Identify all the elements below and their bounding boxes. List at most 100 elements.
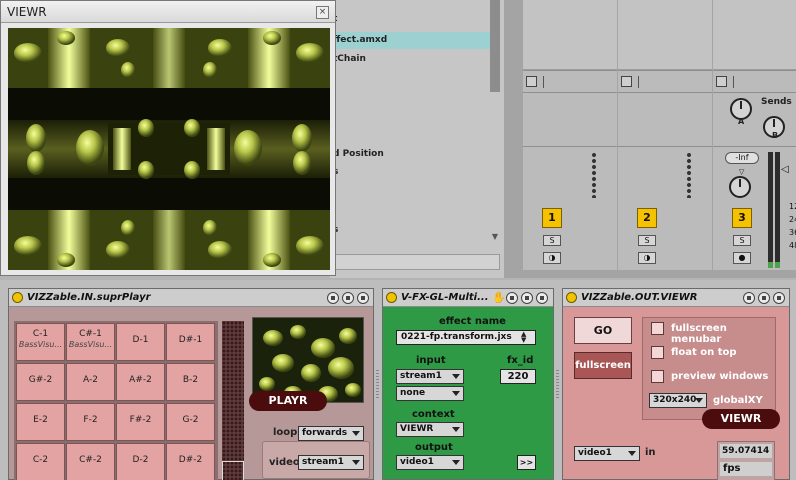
device-hotswap-icon[interactable] xyxy=(758,292,770,304)
solo-button[interactable]: S xyxy=(638,235,656,246)
pad-note: D-1 xyxy=(132,335,149,345)
device-fx-gl-multi: V-FX-GL-Multi... ✋ effect name 0221-fp.t… xyxy=(382,288,554,480)
device-hotswap-icon[interactable] xyxy=(521,292,533,304)
input2-dropdown[interactable]: none xyxy=(396,386,464,401)
device-power-icon[interactable] xyxy=(386,292,397,303)
device-suprplayr: VIZZable.IN.suprPlayr C-1 BassVisu... C#-… xyxy=(8,288,374,480)
device-power-icon[interactable] xyxy=(12,292,23,303)
close-icon[interactable]: × xyxy=(316,6,329,19)
device-save-icon[interactable] xyxy=(536,292,548,304)
input-dropdown[interactable]: stream1 xyxy=(396,369,464,384)
device-save-icon[interactable] xyxy=(773,292,785,304)
sample-pad[interactable]: G#-2 xyxy=(16,363,65,401)
fullscreen-button[interactable]: fullscreen xyxy=(574,352,632,379)
pan-indicator-icon: ▽ xyxy=(739,168,745,176)
clip-stop-button[interactable] xyxy=(621,76,632,87)
device-save-icon[interactable] xyxy=(357,292,369,304)
loop-mode-dropdown[interactable]: forwards xyxy=(298,426,364,441)
fullscreen-menubar-checkbox[interactable] xyxy=(651,322,664,335)
browser-row[interactable]: s xyxy=(330,164,490,181)
window-titlebar[interactable]: VIEWR × xyxy=(1,1,335,23)
pan-knob[interactable] xyxy=(729,176,751,198)
sample-pad[interactable]: E-2 xyxy=(16,403,65,441)
pad-note: F#-2 xyxy=(129,415,152,425)
video-stream-dropdown[interactable]: stream1 xyxy=(298,455,364,470)
device-resize-grip[interactable] xyxy=(376,370,379,400)
solo-button[interactable]: S xyxy=(733,235,751,246)
clip-stop-button[interactable] xyxy=(716,76,727,87)
float-on-top-checkbox[interactable] xyxy=(651,346,664,359)
arm-button[interactable]: ◑ xyxy=(638,252,656,264)
sample-pad[interactable]: D-1 xyxy=(116,323,165,361)
record-icon: ● xyxy=(738,253,746,262)
sample-pad[interactable]: C#-2 xyxy=(66,443,115,480)
arm-button[interactable]: ◑ xyxy=(543,252,561,264)
device-header[interactable]: VIZZable.OUT.VIEWR xyxy=(563,289,789,307)
window-title: VIEWR xyxy=(7,5,47,19)
pad-note: C#-2 xyxy=(79,455,102,465)
effect-name-label: effect name xyxy=(439,316,506,327)
track-activator-1[interactable]: 1 xyxy=(542,208,562,228)
fx-id-label: fx_id xyxy=(507,355,534,366)
device-resize-grip[interactable] xyxy=(556,370,559,400)
hand-icon[interactable]: ✋ xyxy=(492,291,506,304)
fps-label: fps xyxy=(720,462,772,476)
output-dropdown[interactable]: video1 xyxy=(396,455,464,470)
context-dropdown[interactable]: VIEWR xyxy=(396,422,464,437)
device-header[interactable]: V-FX-GL-Multi... ✋ xyxy=(383,289,553,307)
playr-button[interactable]: PLAYR xyxy=(249,391,327,411)
sample-pad[interactable]: C-2 xyxy=(16,443,65,480)
arm-button[interactable]: ● xyxy=(733,252,751,264)
sample-pad[interactable]: A#-2 xyxy=(116,363,165,401)
go-button[interactable]: GO xyxy=(574,317,632,344)
sample-pad[interactable]: D-2 xyxy=(116,443,165,480)
device-edit-icon[interactable] xyxy=(506,292,518,304)
browser-row[interactable]: tChain xyxy=(330,51,490,68)
sample-pad[interactable]: A-2 xyxy=(66,363,115,401)
volume-readout[interactable]: -Inf xyxy=(725,152,759,164)
browser-row-selected[interactable]: ffect.amxd xyxy=(330,32,490,49)
resolution-dropdown[interactable]: 320x240 xyxy=(649,393,707,408)
device-edit-icon[interactable] xyxy=(743,292,755,304)
sample-pad[interactable]: G-2 xyxy=(166,403,215,441)
clip-slot[interactable] xyxy=(618,0,712,70)
effect-name-field[interactable]: 0221-fp.transform.jxs xyxy=(396,330,536,345)
pad-note: B-2 xyxy=(182,375,199,385)
device-hotswap-icon[interactable] xyxy=(342,292,354,304)
track-activator-2[interactable]: 2 xyxy=(637,208,657,228)
device-power-icon[interactable] xyxy=(566,292,577,303)
browser-row[interactable]: d Position xyxy=(330,146,490,163)
clip-stop-button[interactable] xyxy=(526,76,537,87)
sample-pad[interactable]: F-2 xyxy=(66,403,115,441)
clip-slot[interactable] xyxy=(523,0,617,70)
browser-scrollbar[interactable] xyxy=(490,0,500,92)
browser-footer-field[interactable] xyxy=(332,254,500,270)
track-activator-3[interactable]: 3 xyxy=(732,208,752,228)
fx-id-number[interactable]: 220 xyxy=(500,369,536,384)
device-title: VIZZable.OUT.VIEWR xyxy=(581,292,698,303)
browser-row[interactable]: s xyxy=(330,222,490,239)
scroll-down-arrow-icon[interactable]: ▼ xyxy=(492,232,498,241)
device-chain: VIZZable.IN.suprPlayr C-1 BassVisu... C#-… xyxy=(0,280,796,480)
browser-row[interactable]: t xyxy=(330,11,490,28)
device-header[interactable]: VIZZable.IN.suprPlayr xyxy=(9,289,373,307)
pad-note: A-2 xyxy=(83,375,98,385)
solo-button[interactable]: S xyxy=(543,235,561,246)
sample-pad[interactable]: C#-1 BassVisu... xyxy=(66,323,115,361)
viewr-button[interactable]: VIEWR xyxy=(702,409,780,429)
preview-windows-checkbox[interactable] xyxy=(651,370,664,383)
sample-pad[interactable]: D#-1 xyxy=(166,323,215,361)
out-input-dropdown[interactable]: video1 xyxy=(574,446,640,461)
stepper-icon[interactable]: ▲ ▼ xyxy=(521,331,526,344)
sample-pad[interactable]: B-2 xyxy=(166,363,215,401)
clip-slot[interactable] xyxy=(713,0,796,70)
device-edit-icon[interactable] xyxy=(327,292,339,304)
sample-pad[interactable]: F#-2 xyxy=(116,403,165,441)
sample-pad[interactable]: C-1 BassVisu... xyxy=(16,323,65,361)
send-button[interactable]: >> xyxy=(517,455,536,470)
send-b-label: B xyxy=(772,131,779,140)
pad-note: C-2 xyxy=(32,455,49,465)
bank-led-column[interactable] xyxy=(222,321,244,480)
volume-fader-arrow-icon[interactable]: ◁ xyxy=(781,164,789,175)
sample-pad[interactable]: D#-2 xyxy=(166,443,215,480)
